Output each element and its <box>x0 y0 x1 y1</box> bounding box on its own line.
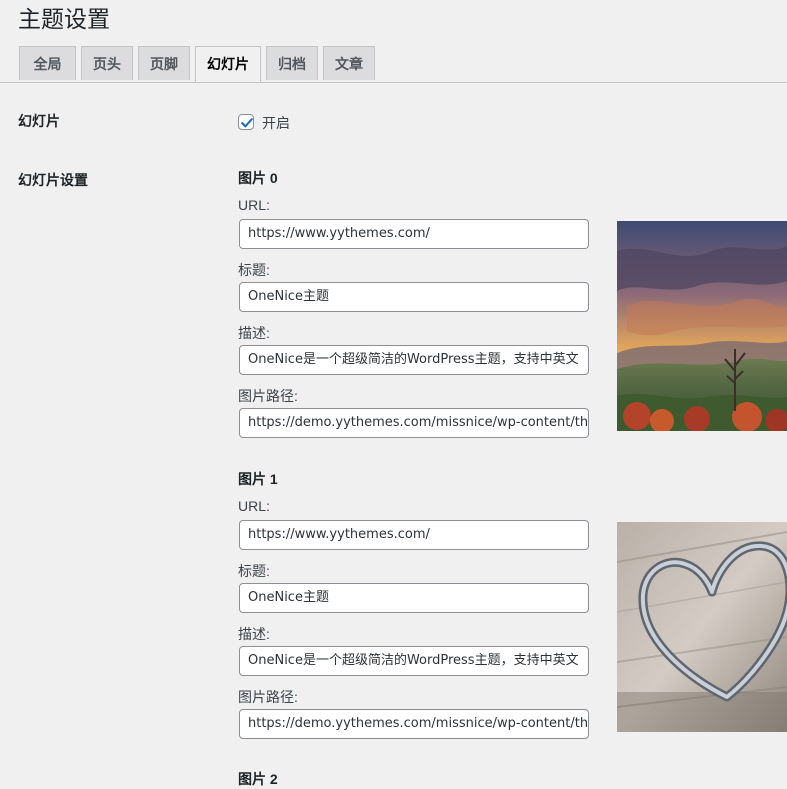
slideshow-label: 幻灯片 <box>18 113 60 129</box>
tab-slideshow[interactable]: 幻灯片 <box>195 46 261 82</box>
slide-title: 图片 0 <box>238 170 278 186</box>
image-path-label: 图片路径: <box>238 689 298 705</box>
url-input[interactable]: https://www.yythemes.com/ <box>239 219 589 249</box>
caption-input[interactable]: OneNice主题 <box>239 583 589 613</box>
description-input[interactable]: OneNice是一个超级简洁的WordPress主题，支持中英文 <box>239 345 589 375</box>
caption-label: 标题: <box>238 262 270 278</box>
url-input[interactable]: https://www.yythemes.com/ <box>239 520 589 550</box>
caption-label: 标题: <box>238 563 270 579</box>
url-label: URL: <box>238 498 270 514</box>
tab-post[interactable]: 文章 <box>323 46 375 80</box>
page-title: 主题设置 <box>18 6 110 32</box>
tab-footer[interactable]: 页脚 <box>138 46 190 80</box>
image-path-input[interactable]: https://demo.yythemes.com/missnice/wp-co… <box>239 709 589 739</box>
description-label: 描述: <box>238 626 270 642</box>
caption-input[interactable]: OneNice主题 <box>239 282 589 312</box>
slide-title: 图片 1 <box>238 471 278 487</box>
tab-header[interactable]: 页头 <box>81 46 133 80</box>
slideshow-enable-label: 开启 <box>262 115 290 131</box>
slide-thumbnail-sunset <box>617 221 787 431</box>
checkmark-icon <box>241 118 253 128</box>
description-input[interactable]: OneNice是一个超级简洁的WordPress主题，支持中英文 <box>239 646 589 676</box>
tab-archive[interactable]: 归档 <box>266 46 318 80</box>
settings-tabs: 全局 页头 页脚 幻灯片 归档 文章 <box>0 46 787 83</box>
slide-title: 图片 2 <box>238 771 278 787</box>
slideshow-enable-checkbox[interactable] <box>238 114 254 130</box>
image-path-input[interactable]: https://demo.yythemes.com/missnice/wp-co… <box>239 408 589 438</box>
slide-thumbnail-heart <box>617 522 787 732</box>
slide-settings-label: 幻灯片设置 <box>18 172 88 188</box>
description-label: 描述: <box>238 325 270 341</box>
tab-global[interactable]: 全局 <box>19 46 76 80</box>
image-path-label: 图片路径: <box>238 388 298 404</box>
url-label: URL: <box>238 197 270 213</box>
